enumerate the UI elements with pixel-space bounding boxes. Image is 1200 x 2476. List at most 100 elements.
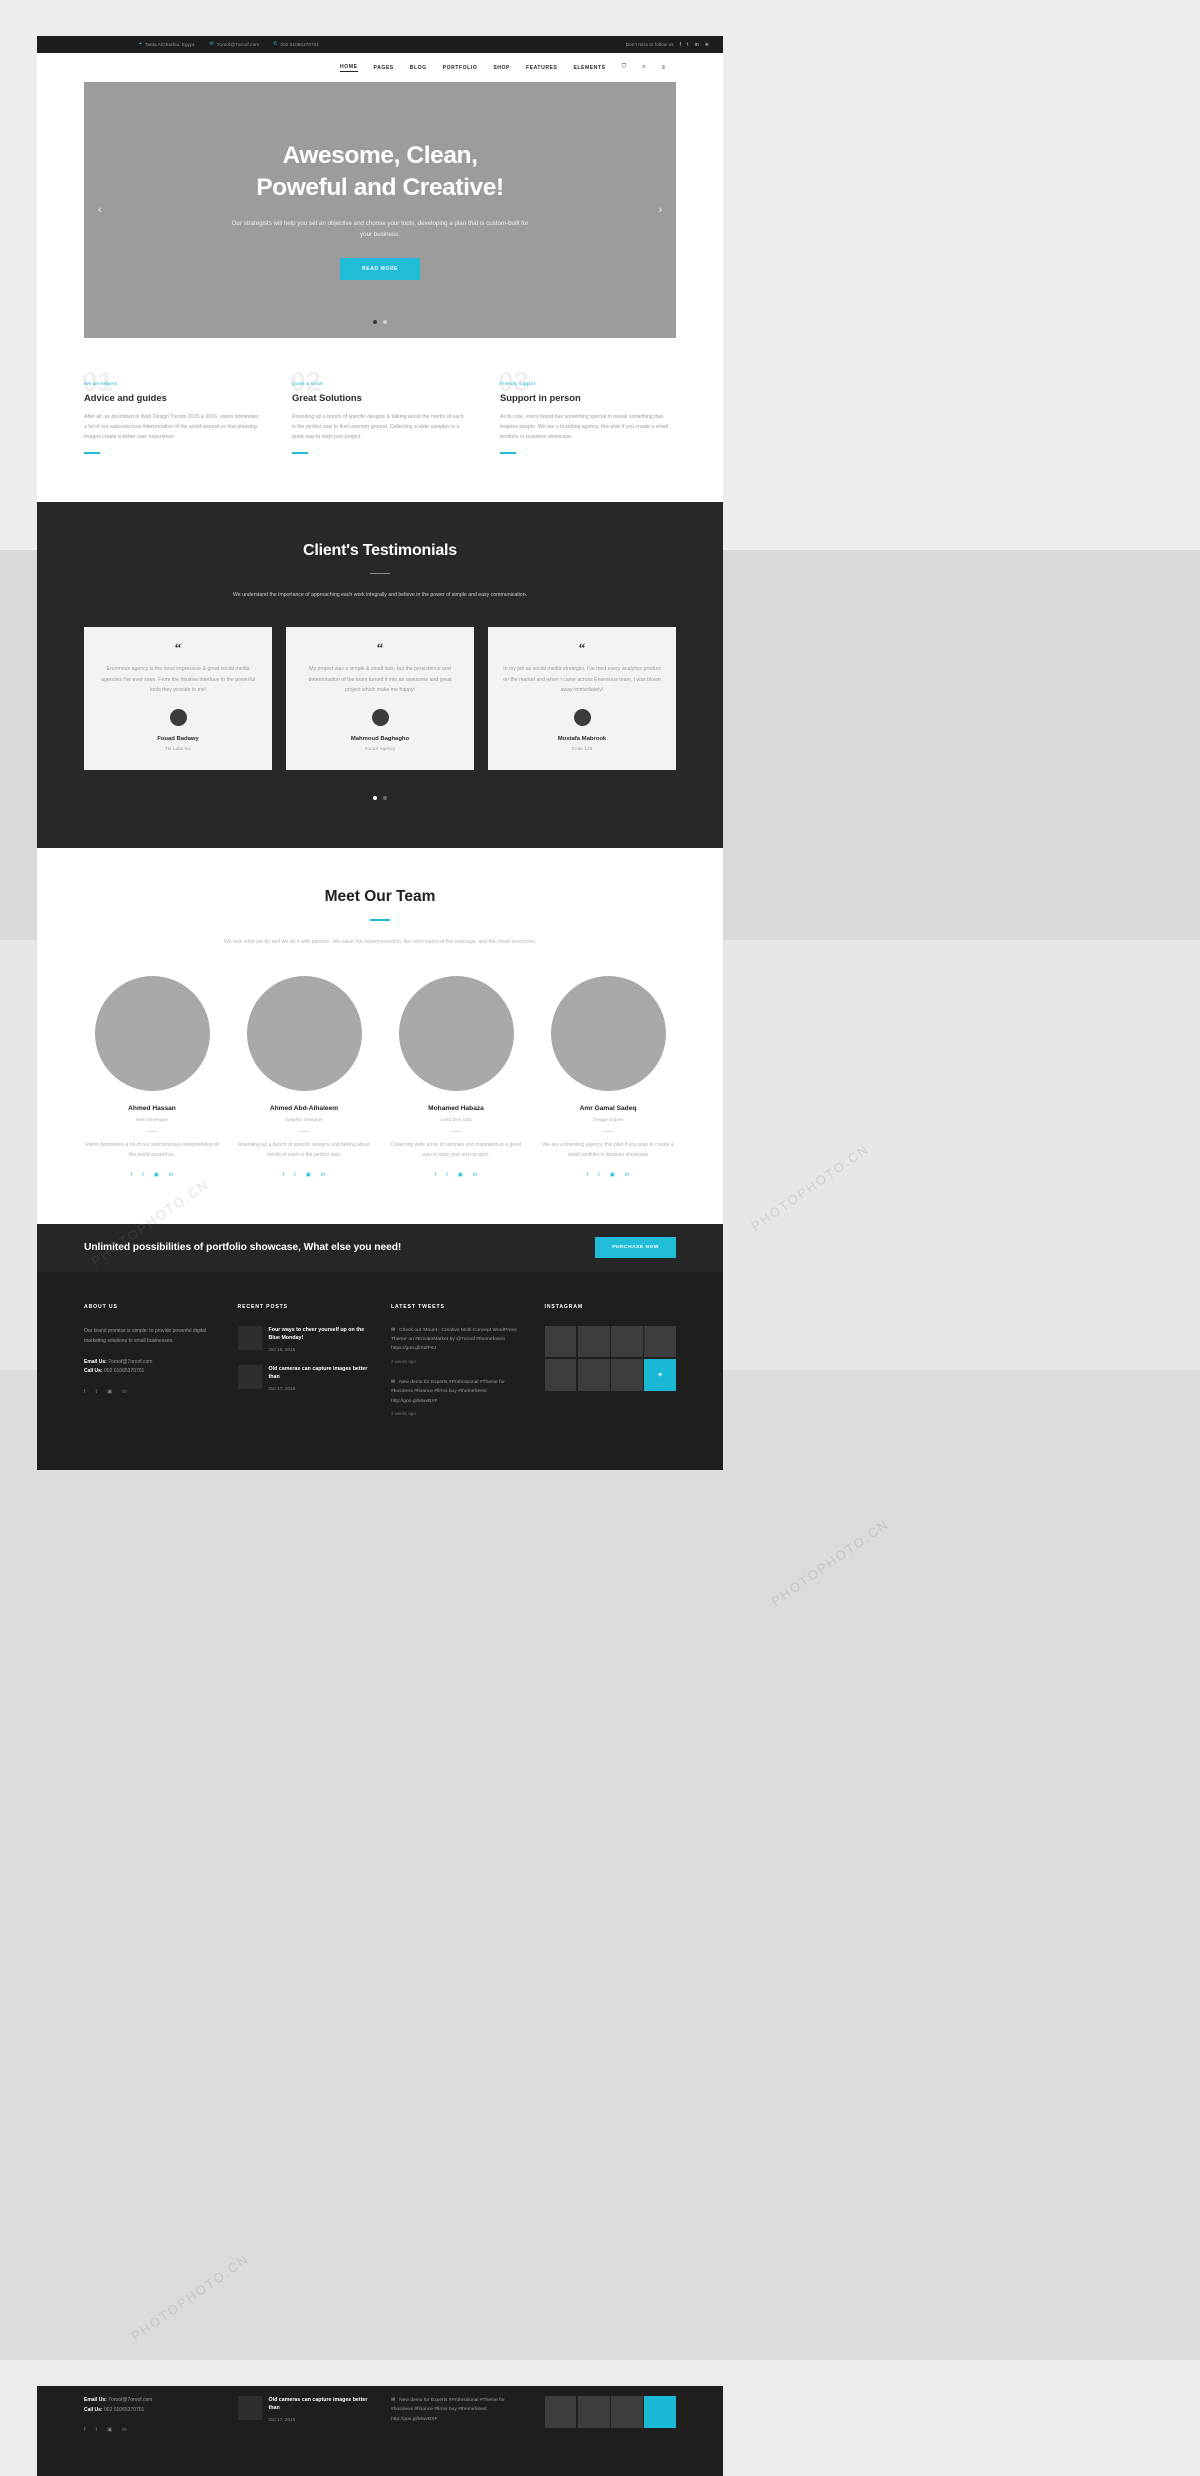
nav-item-elements[interactable]: ELEMENTS [573, 65, 605, 71]
footer-cont-email[interactable]: 7oroof@7oroof.com [108, 2397, 152, 2403]
instagram-icon[interactable]: ▣ [107, 1389, 112, 1395]
nav-item-pages[interactable]: PAGES [374, 65, 394, 71]
facebook-icon[interactable]: f [283, 1172, 285, 1178]
slider-dots [373, 320, 387, 324]
team-subtitle: We love what we do and we do it with pas… [223, 939, 537, 946]
topbar-email[interactable]: ✉ 7oroof@7oroof.com [209, 42, 259, 48]
site-footer: ABOUT US Our brand promise is simple: to… [37, 1271, 723, 1471]
member-name: Ahmed Abd-Alhaleem [269, 1104, 339, 1112]
linkedin-icon[interactable]: in [473, 1172, 477, 1178]
location-pin-icon: ⌖ [139, 41, 142, 47]
linkedin-icon[interactable]: in [122, 1389, 126, 1395]
nav-item-blog[interactable]: BLOG [410, 65, 427, 71]
recent-post-item[interactable]: Old cameras can capture images better th… [237, 1365, 370, 1392]
tweet-item[interactable]: ✉ New demo for Experts #Professional #The… [391, 1378, 523, 1418]
footer-tweets-heading: LATEST TWEETS [391, 1303, 445, 1310]
testimonial-slider-dots [84, 796, 676, 801]
post-date: Oct 17, 2016 [268, 1386, 296, 1392]
avatar [169, 709, 187, 727]
twitter-icon[interactable]: t [446, 1172, 448, 1178]
post-thumbnail [237, 1325, 262, 1350]
topbar-phone[interactable]: ✆ 002 01065370701 [273, 41, 319, 48]
instagram-grid: ✦ [544, 1325, 676, 1391]
purchase-now-button[interactable]: PURCHASE NOW [595, 1237, 676, 1259]
instagram-icon[interactable]: ▣ [458, 1172, 463, 1178]
member-photo [398, 975, 514, 1091]
facebook-icon[interactable]: f [435, 1172, 437, 1178]
twitter-icon[interactable]: t [294, 1172, 296, 1178]
nav-item-features[interactable]: FEATURES [526, 65, 557, 71]
facebook-icon[interactable]: f [84, 2425, 86, 2435]
instagram-tile-highlight[interactable]: ✦ [644, 1358, 676, 1391]
footer-about-heading: ABOUT US [84, 1303, 118, 1310]
instagram-tile[interactable] [577, 1358, 610, 1391]
instagram-tile[interactable] [577, 2396, 610, 2428]
recent-post-item[interactable]: Four ways to cheer yourself up on the Bl… [237, 1325, 370, 1352]
slider-dot-2[interactable] [383, 320, 387, 324]
feature-title: Support in person [500, 392, 581, 403]
linkedin-icon[interactable]: in [625, 1172, 629, 1178]
instagram-tile[interactable] [611, 2396, 643, 2428]
footer-phone-value[interactable]: 002 01065370701 [104, 1368, 144, 1374]
hero-title-line2: Poweful and Creative! [256, 173, 504, 201]
instagram-tile-highlight[interactable] [644, 2396, 676, 2428]
phone-icon: ✆ [273, 41, 278, 47]
instagram-tile[interactable] [611, 1325, 643, 1358]
post-thumbnail [237, 1365, 262, 1390]
testimonials-subtitle: We understand the importance of approach… [232, 592, 528, 599]
instagram-tile[interactable] [644, 1325, 676, 1358]
footer-instagram-column: INSTAGRAM ✦ [544, 1303, 676, 1431]
facebook-icon[interactable]: f [587, 1172, 589, 1178]
member-role: Graphic Designer [284, 1117, 324, 1123]
twitter-icon[interactable]: t [96, 2425, 98, 2435]
instagram-icon[interactable]: ▣ [610, 1172, 615, 1178]
linkedin-icon[interactable]: in [169, 1172, 173, 1178]
feature-title: Advice and guides [84, 392, 167, 403]
nav-item-shop[interactable]: SHOP [493, 65, 510, 71]
instagram-tile[interactable] [544, 2396, 577, 2428]
testimonial-name: Fouad Badawy [157, 736, 199, 743]
testimonial-dot-2[interactable] [383, 796, 387, 801]
facebook-icon[interactable]: f [84, 1389, 86, 1395]
instagram-icon[interactable]: ▣ [154, 1172, 159, 1178]
hamburger-menu-icon[interactable]: ≡ [661, 65, 665, 71]
testimonial-dot-1[interactable] [373, 796, 377, 801]
twitter-icon[interactable]: t [96, 1389, 98, 1395]
instagram-icon[interactable]: ▣ [107, 2425, 112, 2435]
instagram-tile[interactable] [577, 1325, 610, 1358]
footer-instagram-heading: INSTAGRAM [544, 1303, 584, 1310]
slider-next-arrow[interactable]: › [658, 204, 662, 216]
team-member: Ahmed Abd-Alhaleem Graphic Designer Roun… [236, 975, 372, 1178]
instagram-tile[interactable] [544, 1325, 577, 1358]
instagram-tile[interactable] [544, 1358, 577, 1391]
testimonial-text: Enormous agency is the most impressive &… [101, 666, 255, 694]
tweet-item[interactable]: ✉ Check out 'Mount - Creative Multi-Conce… [391, 1326, 523, 1366]
cart-icon[interactable]: ⛉ [622, 64, 627, 71]
twitter-icon[interactable]: t [687, 42, 689, 48]
member-divider [602, 1130, 614, 1132]
rss-icon[interactable]: ❈ [705, 42, 709, 48]
footer-cont-phone[interactable]: 002 01065370701 [104, 2407, 144, 2413]
footer-call-label: Call Us: [84, 1368, 103, 1375]
member-bio: We are a branding agency, this plan if y… [542, 1141, 674, 1158]
search-icon[interactable]: ⌕ [642, 64, 645, 71]
linkedin-icon[interactable]: in [695, 42, 699, 48]
facebook-icon[interactable]: f [680, 42, 682, 48]
footer-contact: Email Us: 7oroof@7oroof.com Call Us: 002… [84, 1358, 216, 1377]
slider-dot-1[interactable] [373, 320, 377, 324]
instagram-icon[interactable]: ▣ [306, 1172, 311, 1178]
instagram-tile[interactable] [611, 1358, 643, 1391]
linkedin-icon[interactable]: in [122, 2425, 126, 2435]
nav-item-home[interactable]: HOME [340, 64, 358, 72]
linkedin-icon[interactable]: in [321, 1172, 325, 1178]
testimonial-role: Code 125 [571, 747, 593, 753]
twitter-icon[interactable]: t [598, 1172, 600, 1178]
twitter-icon[interactable]: t [142, 1172, 144, 1178]
facebook-icon[interactable]: f [131, 1172, 133, 1178]
footer-email-value[interactable]: 7oroof@7oroof.com [108, 1359, 152, 1365]
hero-read-more-button[interactable]: READ MORE [340, 257, 420, 280]
slider-prev-arrow[interactable]: ‹ [98, 204, 102, 216]
testimonial-text: My project was a simple & small task, bu… [308, 666, 452, 694]
nav-item-portfolio[interactable]: PORTFOLIO [443, 65, 478, 71]
member-photo [246, 975, 362, 1091]
